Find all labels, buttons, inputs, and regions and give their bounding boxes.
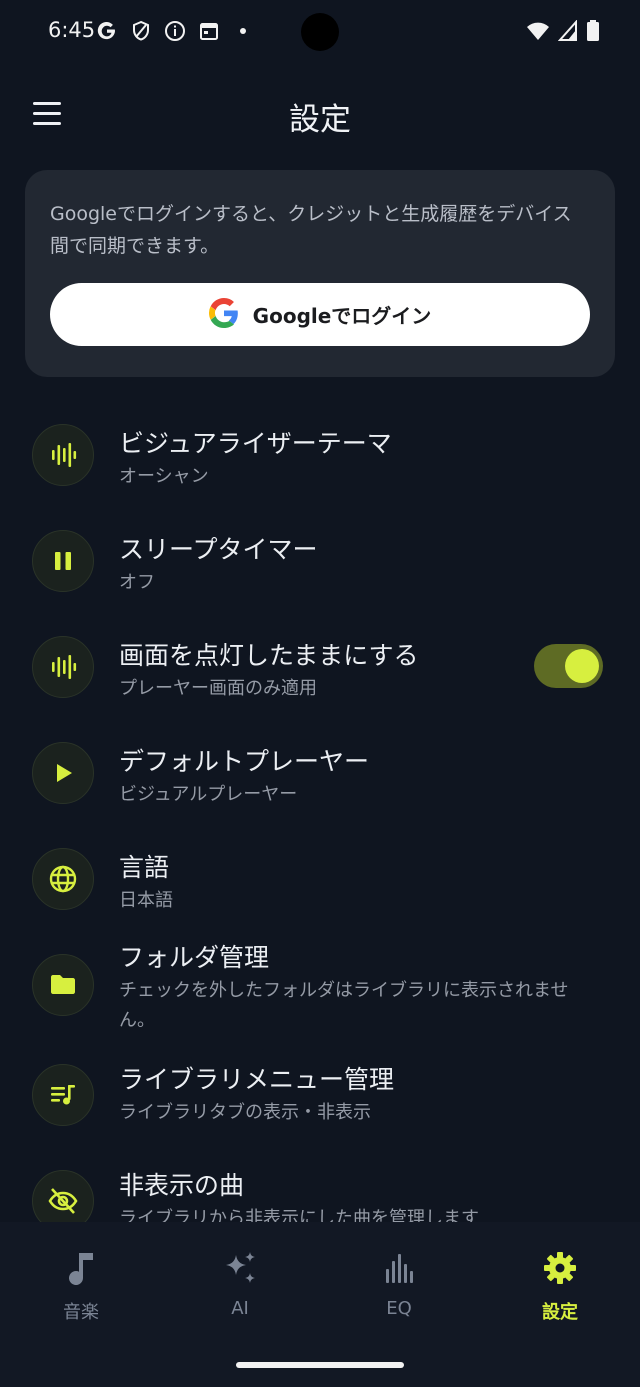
nav-tab-ai[interactable]: AI <box>185 1248 295 1319</box>
setting-title: デフォルトプレーヤー <box>119 747 370 776</box>
signal-icon <box>557 19 578 46</box>
setting-subtitle: オーシャン <box>119 466 209 487</box>
setting-subtitle: チェックを外したフォルダはライブラリに表示されません。 <box>119 980 569 1031</box>
eye-off-icon <box>32 1170 94 1222</box>
status-notification-icons <box>96 20 254 42</box>
nav-label: AI <box>231 1298 249 1319</box>
nav-tab-music[interactable]: 音楽 <box>26 1248 136 1324</box>
nav-label: 音楽 <box>63 1302 99 1323</box>
dot-icon <box>232 20 254 42</box>
login-description: Googleでログインすると、クレジットと生成履歴をデバイス間で同期できます。 <box>50 203 572 257</box>
setting-library-menu-management[interactable]: ライブラリメニュー管理 ライブラリタブの表示・非表示 <box>0 1052 640 1157</box>
setting-title: ビジュアライザーテーマ <box>119 429 392 458</box>
setting-subtitle: ライブラリから非表示にした曲を管理します <box>119 1208 479 1222</box>
folder-icon <box>32 954 94 1016</box>
setting-visualizer-theme[interactable]: ビジュアライザーテーマ オーシャン <box>0 400 640 505</box>
setting-hidden-songs[interactable]: 非表示の曲 ライブラリから非表示にした曲を管理します <box>0 1158 640 1222</box>
setting-title: 非表示の曲 <box>119 1171 245 1200</box>
settings-list: ビジュアライザーテーマ オーシャン スリープタイマー オフ 画面を点灯したままに… <box>0 400 640 1222</box>
sparkles-icon <box>185 1248 295 1288</box>
play-icon <box>32 742 94 804</box>
google-logo-icon <box>208 297 239 332</box>
nav-tab-settings[interactable]: 設定 <box>505 1248 615 1324</box>
setting-folder-management[interactable]: フォルダ管理 チェックを外したフォルダはライブラリに表示されません。 <box>0 930 640 1045</box>
setting-title: ライブラリメニュー管理 <box>119 1065 395 1094</box>
setting-sleep-timer[interactable]: スリープタイマー オフ <box>0 506 640 611</box>
music-note-icon <box>26 1248 136 1288</box>
setting-subtitle: 日本語 <box>119 890 173 911</box>
wifi-icon <box>526 20 550 46</box>
google-login-label: Googleでログイン <box>252 304 432 328</box>
keep-screen-on-toggle[interactable] <box>534 644 603 688</box>
setting-subtitle: プレーヤー画面のみ適用 <box>119 678 317 699</box>
setting-subtitle: ライブラリタブの表示・非表示 <box>119 1102 371 1123</box>
info-icon <box>164 20 186 42</box>
status-system-icons <box>526 19 600 46</box>
shield-icon <box>130 20 152 42</box>
app-bar: 設定 <box>0 80 640 146</box>
nav-label: EQ <box>386 1298 412 1319</box>
camera-cutout <box>301 13 339 51</box>
visualizer-bars-icon <box>32 636 94 698</box>
equalizer-icon <box>344 1248 454 1288</box>
setting-title: 画面を点灯したままにする <box>119 641 419 670</box>
google-login-button[interactable]: Googleでログイン <box>50 283 590 346</box>
setting-title: フォルダ管理 <box>119 943 270 972</box>
queue-music-icon <box>32 1064 94 1126</box>
setting-title: 言語 <box>119 853 170 882</box>
status-bar: 6:45 <box>0 0 640 66</box>
setting-title: スリープタイマー <box>119 535 318 564</box>
battery-icon <box>586 20 600 46</box>
setting-default-player[interactable]: デフォルトプレーヤー ビジュアルプレーヤー <box>0 718 640 823</box>
nav-tab-eq[interactable]: EQ <box>344 1248 454 1319</box>
status-time: 6:45 <box>48 18 96 42</box>
toggle-knob <box>565 649 599 683</box>
bottom-navigation: 音楽 AI EQ 設定 <box>0 1222 640 1387</box>
calendar-icon <box>198 20 220 42</box>
google-login-card: Googleでログインすると、クレジットと生成履歴をデバイス間で同期できます。 … <box>25 170 615 377</box>
visualizer-bars-icon <box>32 424 94 486</box>
setting-language[interactable]: 言語 日本語 <box>0 824 640 929</box>
google-g-icon <box>96 20 118 42</box>
globe-icon <box>32 848 94 910</box>
page-title: 設定 <box>289 102 351 138</box>
pause-icon <box>32 530 94 592</box>
nav-label: 設定 <box>542 1302 578 1323</box>
home-indicator[interactable] <box>236 1362 404 1368</box>
gear-icon <box>505 1248 615 1288</box>
setting-subtitle: オフ <box>119 572 155 593</box>
setting-subtitle: ビジュアルプレーヤー <box>119 784 298 805</box>
